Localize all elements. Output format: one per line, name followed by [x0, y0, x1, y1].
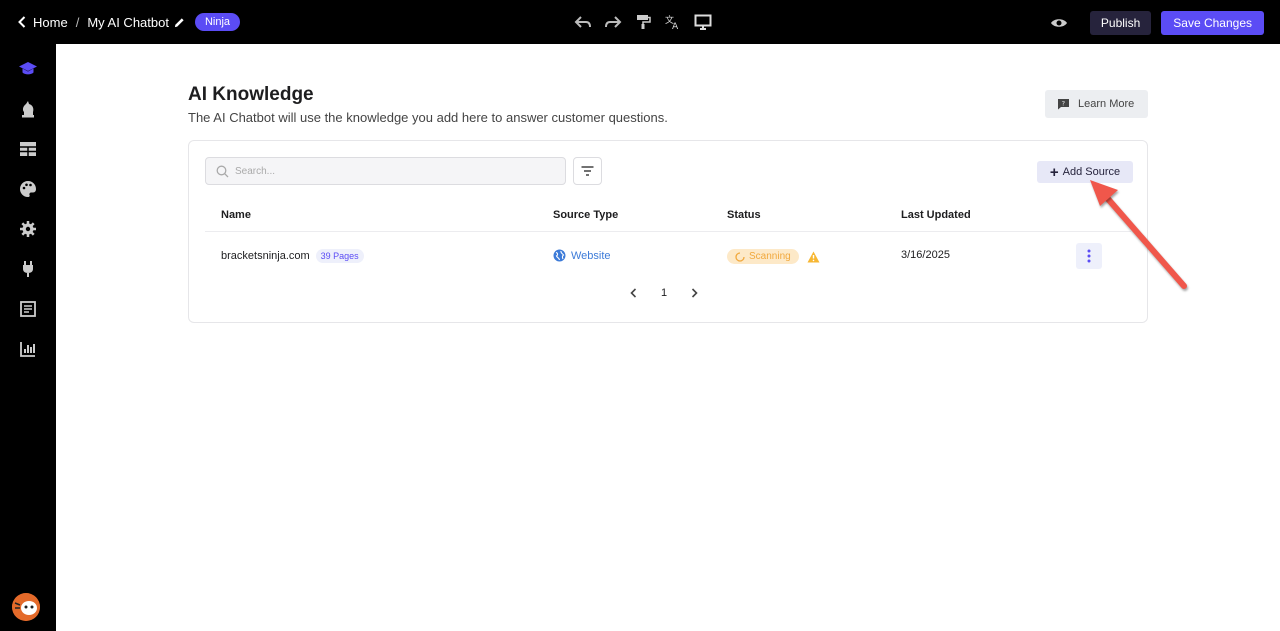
translate-icon[interactable]: 文A — [663, 12, 683, 32]
add-source-label: Add Source — [1062, 166, 1121, 178]
chevron-left-icon — [18, 16, 26, 28]
header-divider — [205, 231, 1131, 232]
form-icon — [20, 301, 36, 317]
sidebar — [0, 44, 56, 631]
filter-button[interactable] — [573, 157, 602, 185]
current-page[interactable]: 1 — [661, 287, 667, 299]
pencil-icon[interactable] — [174, 17, 185, 28]
redo-icon[interactable] — [603, 12, 623, 32]
palette-icon — [20, 181, 36, 197]
preview-eye-icon[interactable] — [1048, 12, 1070, 34]
source-type-label: Website — [571, 249, 611, 262]
avatar[interactable] — [12, 593, 40, 621]
svg-text:?: ? — [1062, 100, 1065, 108]
top-bar: Home / My AI Chatbot Ninja 文A Publish Sa… — [0, 0, 1280, 44]
next-page-chevron-icon[interactable] — [691, 288, 698, 298]
search-box — [205, 157, 566, 185]
annotation-arrow-icon — [1090, 180, 1187, 289]
sidebar-item-analytics[interactable] — [17, 338, 39, 360]
header-actions: Publish Save Changes — [1048, 11, 1264, 35]
pagination: 1 — [630, 287, 698, 299]
back-home-link[interactable]: Home — [18, 15, 68, 30]
sidebar-item-layout[interactable] — [17, 138, 39, 160]
breadcrumb: Home / My AI Chatbot Ninja — [18, 0, 241, 44]
column-header-last-updated: Last Updated — [901, 209, 971, 221]
globe-icon — [553, 249, 566, 262]
status-badge: Scanning — [727, 249, 799, 264]
paint-roller-icon[interactable] — [633, 12, 653, 32]
svg-text:A: A — [672, 22, 679, 30]
column-header-status: Status — [727, 209, 761, 221]
search-input[interactable] — [235, 165, 535, 177]
chess-knight-icon — [22, 101, 34, 118]
source-name: bracketsninja.com — [221, 250, 310, 262]
sidebar-item-design[interactable] — [17, 178, 39, 200]
save-changes-button[interactable]: Save Changes — [1161, 11, 1264, 35]
learn-more-button[interactable]: ? Learn More — [1045, 90, 1148, 118]
tiger-avatar-icon — [12, 593, 40, 621]
plus-icon: + — [1049, 163, 1059, 181]
editor-toolbar: 文A — [573, 12, 713, 32]
warning-icon[interactable] — [807, 251, 820, 263]
sidebar-item-integrations[interactable] — [17, 258, 39, 280]
source-name-cell: bracketsninja.com 39 Pages — [221, 249, 364, 263]
learn-more-label: Learn More — [1078, 98, 1135, 110]
help-chat-icon: ? — [1058, 99, 1069, 110]
sidebar-item-persona[interactable] — [17, 98, 39, 120]
pages-count-badge: 39 Pages — [315, 249, 364, 263]
status-label: Scanning — [749, 251, 791, 262]
back-label: Home — [33, 14, 68, 30]
sidebar-item-knowledge[interactable] — [17, 58, 39, 80]
source-type-cell[interactable]: Website — [553, 249, 611, 262]
plan-badge: Ninja — [194, 13, 241, 31]
last-updated-cell: 3/16/2025 — [901, 249, 950, 261]
monitor-icon[interactable] — [693, 12, 713, 32]
bar-chart-icon — [20, 342, 35, 357]
filter-icon — [581, 166, 594, 176]
knowledge-sources-card: + Add Source Name Source Type Status Las… — [188, 140, 1148, 323]
spinner-icon — [735, 251, 745, 262]
column-header-name: Name — [221, 209, 251, 221]
publish-button[interactable]: Publish — [1089, 11, 1152, 35]
table-icon — [20, 142, 36, 156]
breadcrumb-separator: / — [75, 14, 80, 30]
prev-page-chevron-icon[interactable] — [630, 288, 637, 298]
page-title: AI Knowledge — [188, 84, 314, 105]
gear-icon — [20, 221, 36, 237]
bot-name: My AI Chatbot — [87, 14, 169, 30]
sidebar-item-settings[interactable] — [17, 218, 39, 240]
undo-icon[interactable] — [573, 12, 593, 32]
status-cell: Scanning — [727, 249, 820, 264]
page-subtitle: The AI Chatbot will use the knowledge yo… — [188, 110, 668, 125]
plug-icon — [23, 261, 33, 277]
column-header-source-type: Source Type — [553, 209, 619, 221]
search-icon — [216, 165, 229, 177]
sidebar-item-forms[interactable] — [17, 298, 39, 320]
graduation-cap-icon — [19, 62, 37, 75]
